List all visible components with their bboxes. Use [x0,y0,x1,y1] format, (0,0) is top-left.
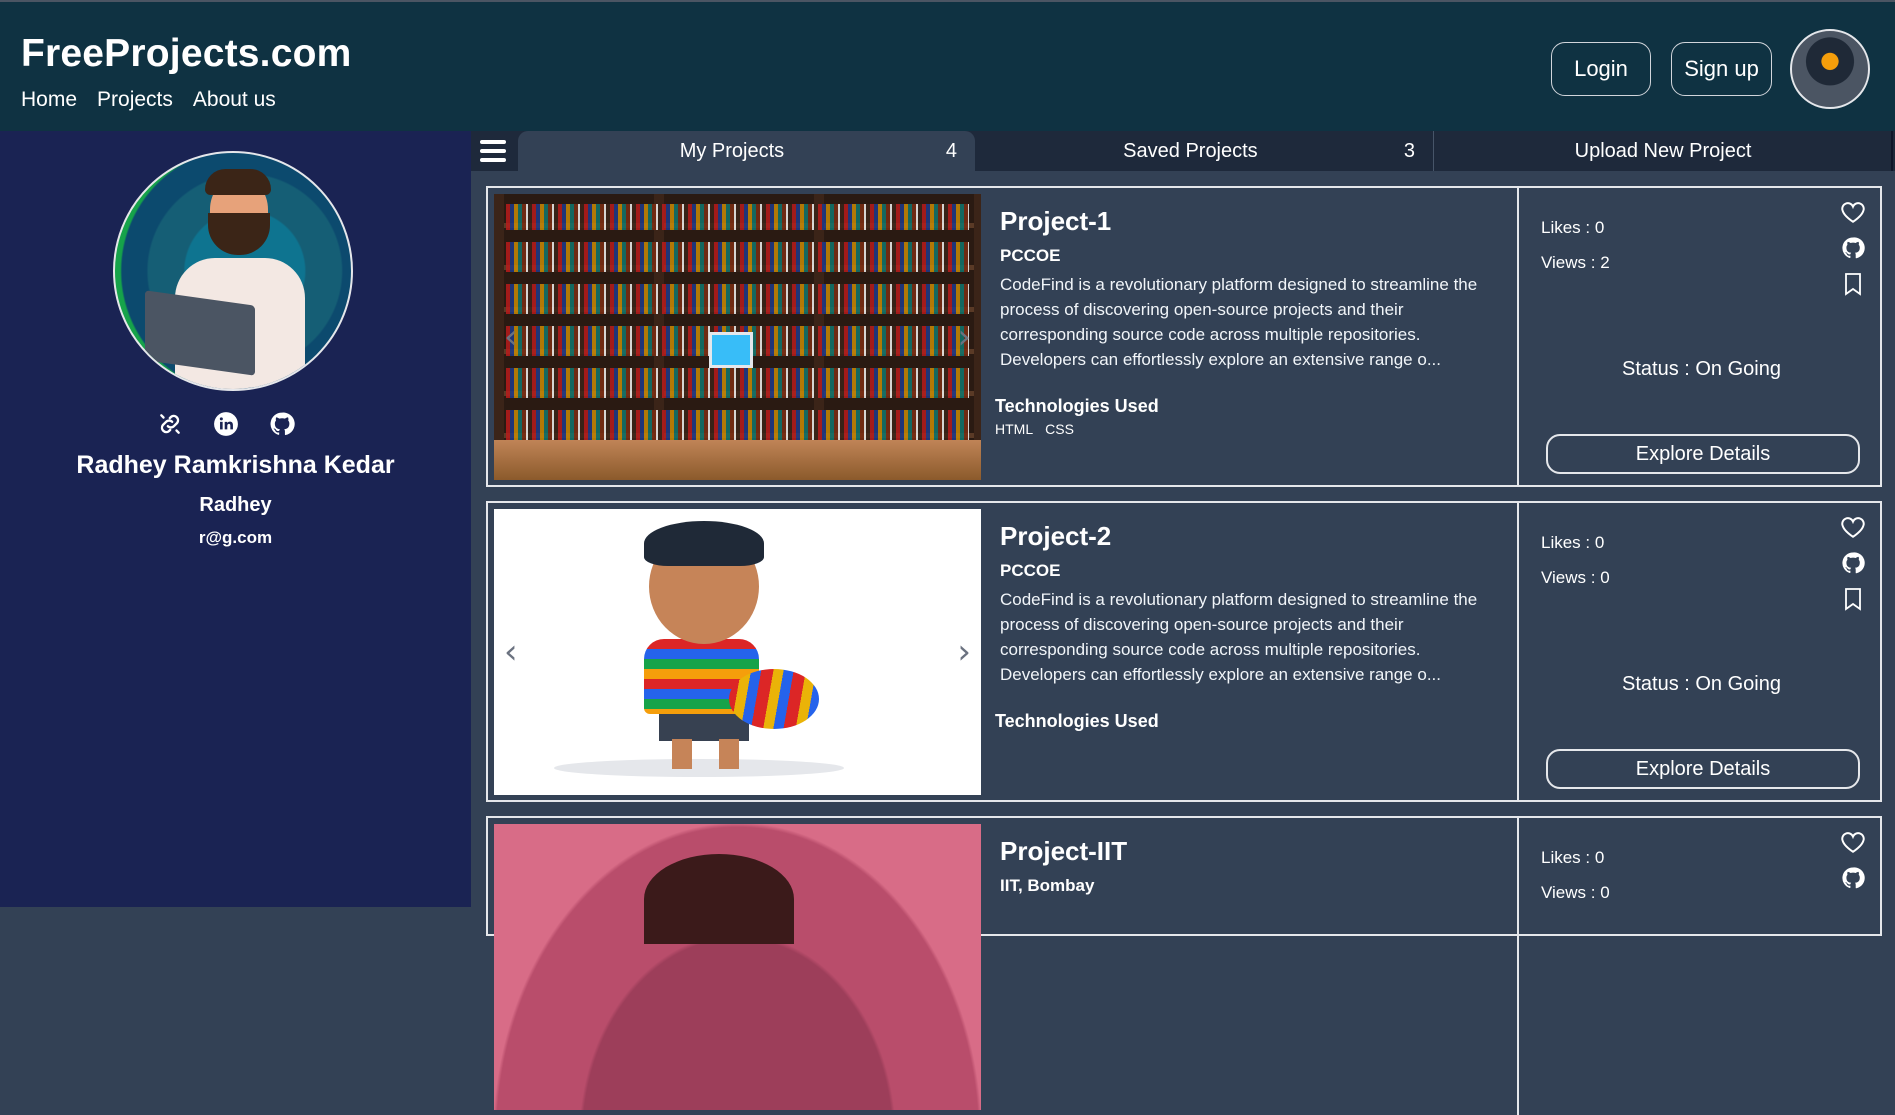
tab-label: Saved Projects [1123,139,1258,162]
github-icon[interactable] [1839,549,1867,577]
card-divider [1517,818,1519,1115]
tab-count: 4 [945,139,957,162]
tab-my-projects[interactable]: My Projects 4 [518,131,975,171]
project-title[interactable]: Project-IIT [1000,836,1127,867]
project-card: Project-IIT IIT, Bombay Likes : 0 Views … [486,816,1882,1115]
likes-count: Likes : 0 [1541,848,1605,867]
explore-details-button[interactable]: Explore Details [1546,434,1860,474]
project-status: Status : On Going [1622,673,1781,695]
project-image [494,824,981,1110]
main-nav: Home Projects About us [21,88,276,112]
project-org: IIT, Bombay [1000,876,1095,895]
carousel-prev-icon[interactable]: ‹ [504,632,518,672]
project-image-carousel: ‹ › [494,194,981,480]
nav-projects-link[interactable]: Projects [97,88,173,112]
card-divider [1517,188,1519,485]
bookmark-icon[interactable] [1839,585,1867,613]
project-card: ‹ › Project-1 PCCOE CodeFind is a revolu… [486,186,1882,487]
top-header: FreeProjects.com Home Projects About us … [0,0,1895,131]
tab-label: My Projects [679,139,785,162]
project-image [494,509,981,795]
social-links [155,409,297,439]
project-org: PCCOE [1000,246,1061,265]
tab-saved-projects[interactable]: Saved Projects 3 [977,131,1434,171]
github-icon[interactable] [1839,864,1867,892]
carousel-next-icon[interactable]: › [957,632,971,672]
heart-icon[interactable] [1839,198,1867,226]
project-image-carousel [494,824,981,1110]
menu-icon[interactable] [480,140,506,162]
signup-button[interactable]: Sign up [1671,42,1772,96]
github-icon[interactable] [1839,234,1867,262]
github-icon[interactable] [267,409,297,439]
nav-home-link[interactable]: Home [21,88,77,112]
nav-about-link[interactable]: About us [193,88,276,112]
login-button[interactable]: Login [1551,42,1651,96]
heart-icon[interactable] [1839,513,1867,541]
project-image-carousel: ‹ › [494,509,981,795]
technologies-heading: Technologies Used [995,396,1159,416]
project-description: CodeFind is a revolutionary platform des… [1000,590,1478,684]
profile-username: Radhey [199,494,272,516]
technologies-list: HTML CSS [995,421,1074,437]
carousel-next-icon[interactable]: › [957,317,971,357]
project-title[interactable]: Project-2 [1000,521,1111,552]
project-title[interactable]: Project-1 [1000,206,1111,237]
card-actions [1839,828,1867,892]
tech-tag: CSS [1045,421,1074,437]
card-divider [1517,503,1519,800]
profile-picture [113,151,353,391]
profile-email: r@g.com [198,528,273,547]
carousel-prev-icon[interactable]: ‹ [504,317,518,357]
project-card: ‹ › Project-2 PCCOE CodeFind is a revolu… [486,501,1882,802]
tab-upload-project[interactable]: Upload New Project [1435,131,1893,171]
tab-label: Upload New Project [1574,139,1752,162]
card-actions [1839,198,1867,298]
profile-full-name: Radhey Ramkrishna Kedar [76,451,395,479]
card-actions [1839,513,1867,613]
profile-sidebar: Radhey Ramkrishna Kedar Radhey r@g.com [0,131,471,907]
project-image [494,194,981,480]
views-count: Views : 0 [1541,883,1610,902]
explore-details-button[interactable]: Explore Details [1546,749,1860,789]
bookmark-icon[interactable] [1839,270,1867,298]
views-count: Views : 0 [1541,568,1610,587]
heart-icon[interactable] [1839,828,1867,856]
tech-tag: HTML [995,421,1034,437]
likes-count: Likes : 0 [1541,218,1605,237]
views-count: Views : 2 [1541,253,1610,272]
user-avatar[interactable] [1790,29,1870,109]
brand-logo[interactable]: FreeProjects.com [21,32,352,76]
technologies-heading: Technologies Used [995,711,1159,731]
tab-count: 3 [1403,139,1415,162]
link-icon[interactable] [155,409,185,439]
linkedin-icon[interactable] [211,409,241,439]
project-description: CodeFind is a revolutionary platform des… [1000,275,1478,369]
project-org: PCCOE [1000,561,1061,580]
project-status: Status : On Going [1622,358,1781,380]
likes-count: Likes : 0 [1541,533,1605,552]
